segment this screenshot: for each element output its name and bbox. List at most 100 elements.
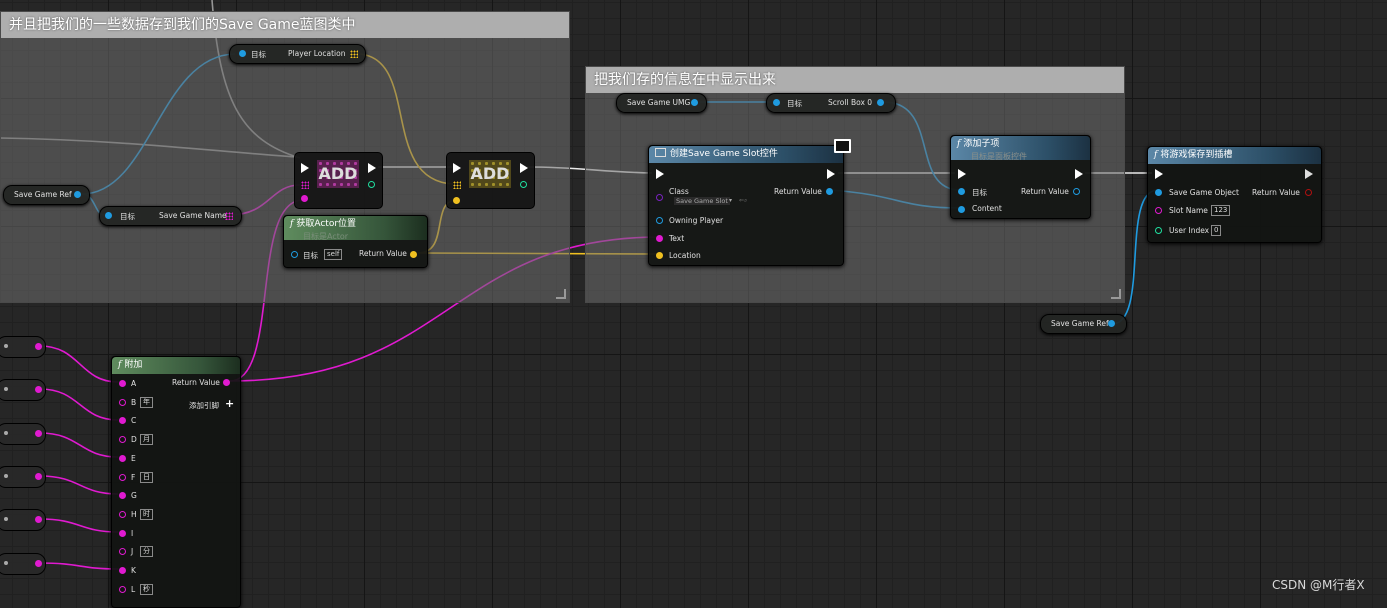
append-pin-label: D xyxy=(131,435,137,445)
exec-out-pin[interactable] xyxy=(368,163,376,173)
append-input-pin[interactable] xyxy=(119,417,126,425)
chevron-down-icon[interactable]: ▾ xyxy=(729,197,732,204)
node-append[interactable]: f 附加 Return Value 添加引脚 + AB年CD月EF日GH时IJ分K… xyxy=(111,356,241,608)
output-pin[interactable] xyxy=(691,99,698,106)
self-value[interactable]: self xyxy=(324,249,343,260)
append-input-pin[interactable] xyxy=(119,473,126,481)
comment-title[interactable]: 把我们存的信息在中显示出来 xyxy=(586,67,1124,93)
item-in-pin[interactable] xyxy=(453,197,460,204)
append-input-pin[interactable] xyxy=(119,510,126,518)
append-pin-value[interactable]: 日 xyxy=(140,471,153,483)
node-get-save-game-name[interactable]: 目标 Save Game Name xyxy=(99,206,242,226)
append-input-pin[interactable] xyxy=(119,585,126,593)
append-input-pin[interactable] xyxy=(119,529,126,537)
node-add-2[interactable]: ADD xyxy=(446,152,535,209)
node-save-game-to-slot[interactable]: f 将游戏保存到插槽 Save Game Object Return Value … xyxy=(1147,146,1322,243)
append-input-pin[interactable] xyxy=(119,398,126,406)
exec-in-pin[interactable] xyxy=(301,163,309,173)
owning-player-pin[interactable] xyxy=(656,217,663,224)
user-index-input[interactable]: 0 xyxy=(1211,225,1222,236)
browse-arrow-icon[interactable]: ⇐⌕ xyxy=(739,197,747,205)
string-variable-5[interactable] xyxy=(0,509,46,531)
output-pin[interactable] xyxy=(35,516,42,523)
append-pin-value[interactable]: 月 xyxy=(140,434,153,446)
item-in-pin[interactable] xyxy=(301,195,308,202)
exec-out-pin[interactable] xyxy=(1305,169,1313,179)
append-pin-value[interactable]: 秒 xyxy=(140,583,153,595)
user-index-pin[interactable] xyxy=(1155,227,1162,234)
string-variable-1[interactable] xyxy=(0,336,46,358)
string-output-pin-icon[interactable] xyxy=(225,212,233,220)
target-pin[interactable] xyxy=(291,251,298,258)
class-pin[interactable] xyxy=(656,194,663,201)
target-pin[interactable] xyxy=(105,212,112,219)
return-pin[interactable] xyxy=(826,188,833,195)
int-out-pin[interactable] xyxy=(520,181,527,188)
node-create-widget[interactable]: 创建Save Game Slot控件 Class Save Game Slot … xyxy=(648,139,851,266)
append-input-pin[interactable] xyxy=(119,380,126,387)
node-save-game-ref-right[interactable]: Save Game Ref xyxy=(1040,314,1127,334)
append-pin-value[interactable]: 时 xyxy=(140,508,153,520)
exec-out-pin[interactable] xyxy=(827,169,835,179)
text-pin[interactable] xyxy=(656,235,663,242)
return-pin[interactable] xyxy=(223,379,230,386)
append-input-pin[interactable] xyxy=(119,567,126,574)
output-pin[interactable] xyxy=(1108,320,1115,327)
append-pin-value[interactable]: 年 xyxy=(140,396,153,408)
plus-icon[interactable]: + xyxy=(225,397,234,410)
content-pin[interactable] xyxy=(958,206,965,213)
array-in-pin-icon[interactable] xyxy=(453,181,461,189)
exec-out-pin[interactable] xyxy=(520,163,528,173)
target-pin[interactable] xyxy=(773,99,780,106)
node-save-game-umg[interactable]: Save Game UMG xyxy=(616,93,707,113)
append-pin-value[interactable]: 分 xyxy=(140,546,153,558)
add-pin-label[interactable]: 添加引脚 xyxy=(189,400,219,411)
array-in-pin-icon[interactable] xyxy=(301,181,309,189)
slot-name-pin[interactable] xyxy=(1155,207,1162,214)
node-header[interactable]: f 附加 xyxy=(112,357,240,374)
output-pin[interactable] xyxy=(877,99,884,106)
node-get-player-location[interactable]: 目标 Player Location xyxy=(229,44,366,64)
string-variable-3[interactable] xyxy=(0,423,46,445)
exec-in-pin[interactable] xyxy=(656,169,664,179)
comment-title[interactable]: 并且把我们的一些数据存到我们的Save Game蓝图类中 xyxy=(1,12,569,38)
resize-grip-icon[interactable] xyxy=(1111,289,1121,299)
target-pin[interactable] xyxy=(239,50,246,57)
exec-in-pin[interactable] xyxy=(1155,169,1163,179)
output-pin[interactable] xyxy=(35,386,42,393)
string-variable-4[interactable] xyxy=(0,466,46,488)
node-add-1[interactable]: ADD xyxy=(294,152,383,209)
output-pin[interactable] xyxy=(74,191,81,198)
int-out-pin[interactable] xyxy=(368,181,375,188)
append-pin-label: E xyxy=(131,453,136,463)
resize-grip-icon[interactable] xyxy=(556,289,566,299)
save-game-object-pin[interactable] xyxy=(1155,189,1162,196)
target-pin[interactable] xyxy=(958,188,965,195)
string-variable-6[interactable] xyxy=(0,553,46,575)
slot-name-input[interactable]: 123 xyxy=(1211,205,1231,216)
node-header[interactable]: 创建Save Game Slot控件 xyxy=(649,146,843,163)
return-pin[interactable] xyxy=(1305,189,1312,196)
output-pin[interactable] xyxy=(35,473,42,480)
exec-in-pin[interactable] xyxy=(958,169,966,179)
node-get-scroll-box[interactable]: 目标 Scroll Box 0 xyxy=(766,93,896,113)
node-save-game-ref-left[interactable]: Save Game Ref xyxy=(3,185,90,205)
append-input-pin[interactable] xyxy=(119,436,126,444)
exec-in-pin[interactable] xyxy=(453,163,461,173)
return-pin[interactable] xyxy=(410,251,417,258)
append-input-pin[interactable] xyxy=(119,454,126,462)
return-pin[interactable] xyxy=(1073,188,1080,195)
append-input-pin[interactable] xyxy=(119,548,126,556)
output-pin[interactable] xyxy=(35,343,42,350)
output-pin[interactable] xyxy=(35,560,42,567)
exec-out-pin[interactable] xyxy=(1075,169,1083,179)
output-pin[interactable] xyxy=(35,430,42,437)
class-dropdown[interactable]: Save Game Slot xyxy=(674,197,730,205)
node-get-actor-location[interactable]: f 获取Actor位置 目标是Actor 目标 self Return Value xyxy=(283,215,428,268)
node-add-child[interactable]: f 添加子项 目标是面板控件 目标 Return Value Content xyxy=(950,135,1091,219)
vector-output-pin-icon[interactable] xyxy=(350,50,358,58)
node-header[interactable]: f 将游戏保存到插槽 xyxy=(1148,147,1321,164)
append-input-pin[interactable] xyxy=(119,492,126,500)
location-pin[interactable] xyxy=(656,252,663,259)
string-variable-2[interactable] xyxy=(0,379,46,401)
